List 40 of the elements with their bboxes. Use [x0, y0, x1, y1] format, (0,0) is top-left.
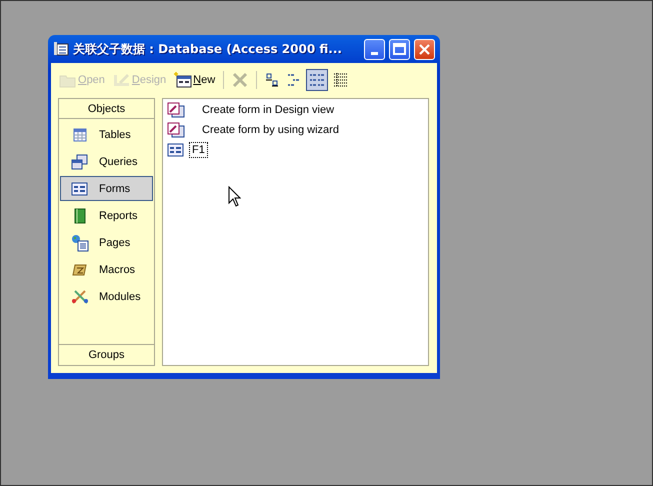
- table-icon: [72, 126, 88, 142]
- form-wizard-icon: [167, 102, 185, 118]
- sidebar-item[interactable]: Reports: [60, 203, 153, 228]
- queries-icon: [71, 154, 89, 170]
- sidebar-item[interactable]: Macros: [60, 257, 153, 282]
- report-book-icon: [72, 208, 88, 224]
- sidebar-item[interactable]: Pages: [60, 230, 153, 255]
- close-icon: [419, 44, 430, 54]
- list-item[interactable]: Create form in Design view: [199, 102, 338, 118]
- groups-bar[interactable]: Groups: [59, 344, 154, 365]
- objects-bar[interactable]: Objects: [59, 99, 154, 119]
- sidebar-item[interactable]: Tables: [60, 122, 153, 147]
- tools-icon: [71, 288, 89, 304]
- list-view-button[interactable]: [306, 69, 328, 91]
- sidebar-item[interactable]: Modules: [60, 284, 153, 309]
- delete-icon: [232, 72, 248, 88]
- sidebar-item[interactable]: Queries: [60, 149, 153, 174]
- new-form-icon: [174, 72, 192, 88]
- scroll-icon: [72, 262, 88, 278]
- close-button[interactable]: [414, 38, 435, 60]
- small-icons-view-icon: [287, 73, 302, 87]
- minimize-icon: [371, 52, 378, 54]
- window-title: 关联父子数据 : Database (Access 2000 fi...: [73, 40, 343, 58]
- form-icon: [71, 182, 89, 196]
- list-item[interactable]: Create form by using wizard: [199, 122, 342, 138]
- web-page-icon: [71, 234, 89, 252]
- form-icon: [167, 143, 185, 157]
- ruler-pencil-icon: [112, 72, 131, 88]
- new-button[interactable]: New: [171, 69, 218, 91]
- minimize-button[interactable]: [364, 38, 385, 60]
- details-view-icon: [333, 73, 350, 87]
- large-icons-view-icon: [265, 73, 280, 87]
- list-item[interactable]: F1: [189, 142, 208, 158]
- database-window-icon: [53, 41, 69, 57]
- maximize-button[interactable]: [389, 38, 410, 60]
- sidebar-item[interactable]: Forms: [60, 176, 153, 201]
- mouse-cursor-icon: [228, 186, 241, 207]
- form-wizard-icon: [167, 122, 185, 138]
- list-view-icon: [309, 73, 326, 87]
- maximize-icon: [393, 43, 406, 55]
